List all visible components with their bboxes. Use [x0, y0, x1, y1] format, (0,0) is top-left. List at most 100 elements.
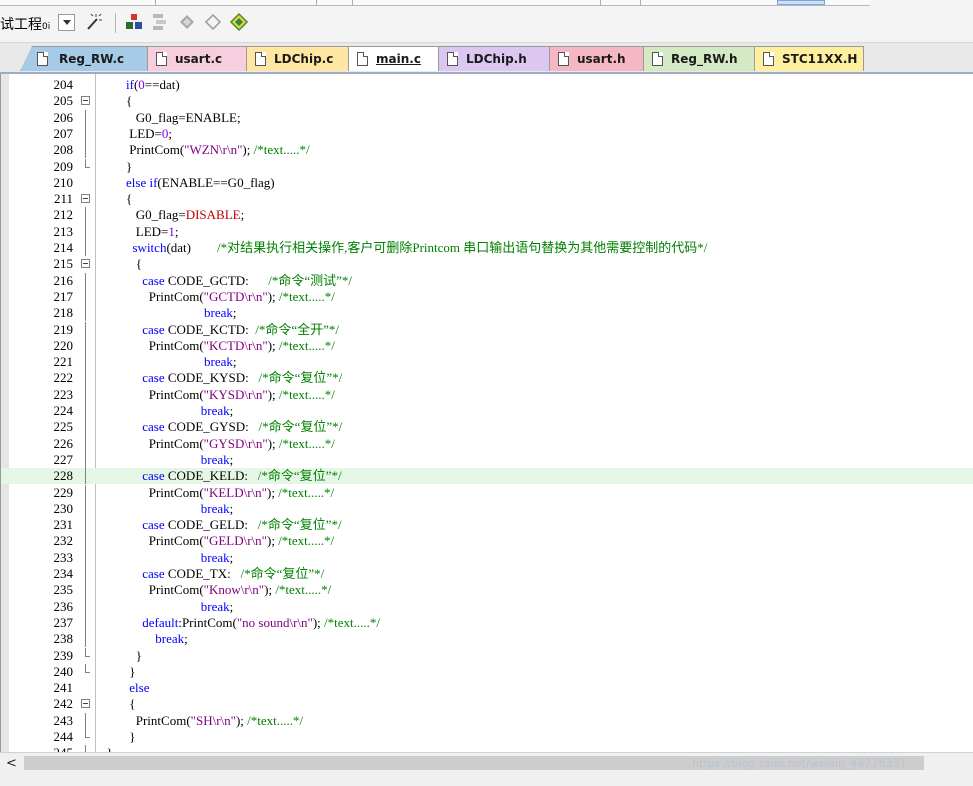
line-number: 235: [53, 582, 74, 598]
tab-ldchip-h[interactable]: LDChip.h: [438, 46, 550, 71]
code-line[interactable]: 204 if(0==dat): [1, 77, 973, 93]
line-number: 221: [53, 354, 74, 370]
line-number: 242: [53, 696, 74, 712]
code-line[interactable]: 234 case CODE_TX: /*命令“复位”*/: [1, 566, 973, 583]
line-number: 243: [53, 712, 74, 728]
code-line[interactable]: 214 switch(dat) /*对结果执行相关操作,客户可删除Printco…: [1, 240, 973, 257]
code-line[interactable]: 244 }: [1, 729, 973, 745]
line-number: 222: [53, 370, 74, 386]
code-line[interactable]: 228 case CODE_KELD: /*命令“复位”*/: [1, 468, 973, 485]
line-number: 206: [53, 109, 74, 125]
code-line[interactable]: 218 break;: [1, 305, 973, 322]
project-target-dropdown[interactable]: [58, 14, 75, 31]
code-line[interactable]: 217 PrintCom("GCTD\r\n"); /*text.....*/: [1, 288, 973, 306]
fold-guide: [85, 647, 86, 656]
file-icon: [652, 52, 663, 66]
code-line[interactable]: 215 {: [1, 256, 973, 272]
code-text: PrintCom("WZN\r\n"); /*text.....*/: [100, 142, 310, 158]
fold-guide: [85, 663, 86, 672]
code-editor[interactable]: 204 if(0==dat) 205 {206 G0_flag=ENABLE; 20…: [0, 74, 973, 752]
fold-collapse-icon[interactable]: [81, 96, 90, 106]
code-line[interactable]: 230 break;: [1, 500, 973, 518]
tab-reg-rw-h[interactable]: Reg_RW.h: [643, 46, 755, 71]
fold-collapse-icon[interactable]: [81, 259, 90, 269]
code-text: break;: [200, 549, 234, 565]
code-line[interactable]: 206 G0_flag=ENABLE;: [1, 109, 973, 126]
code-line[interactable]: 210 else if(ENABLE==G0_flag): [1, 175, 973, 191]
code-line[interactable]: 236 break;: [1, 598, 973, 615]
code-text: case CODE_TX: /*命令“复位”*/: [142, 566, 325, 581]
code-text: {: [100, 93, 133, 109]
tab-label: main.c: [376, 52, 421, 66]
translate-icon[interactable]: [124, 12, 144, 32]
line-number: 223: [53, 386, 74, 402]
code-line[interactable]: 221 break;: [1, 354, 973, 371]
code-line[interactable]: 220 PrintCom("KCTD\r\n"); /*text.....*/: [1, 337, 973, 355]
line-number: 208: [53, 142, 74, 158]
code-line[interactable]: 240 }: [1, 663, 973, 680]
code-line[interactable]: 225 case CODE_GYSD: /*命令“复位”*/: [1, 419, 973, 436]
fold-guide: [85, 500, 86, 518]
file-icon: [156, 52, 167, 66]
code-line[interactable]: 208 PrintCom("WZN\r\n"); /*text.....*/: [1, 142, 973, 159]
code-line[interactable]: 238 break;: [1, 631, 973, 648]
code-text: break;: [200, 403, 234, 418]
tab-usart-c[interactable]: usart.c: [147, 46, 247, 71]
tab-ldchip-c[interactable]: LDChip.c: [246, 46, 349, 71]
code-line[interactable]: 223 PrintCom("KYSD\r\n"); /*text.....*/: [1, 386, 973, 403]
code-text: default:PrintCom("no sound\r\n"); /*text…: [142, 614, 381, 630]
tab-stc11xx-h[interactable]: STC11XX.H: [754, 46, 864, 71]
fold-guide: [85, 321, 86, 338]
code-line[interactable]: 205 {: [1, 93, 973, 109]
line-number: 245: [11, 745, 74, 752]
code-line[interactable]: 239 }: [1, 647, 973, 664]
code-text: }: [100, 729, 136, 744]
manage-icon[interactable]: [229, 12, 249, 32]
code-line[interactable]: 213 LED=1;: [1, 223, 973, 240]
code-line[interactable]: 207 LED=0;: [1, 125, 973, 143]
fold-collapse-icon[interactable]: [81, 699, 90, 709]
code-text: switch(dat) /*对结果执行相关操作,客户可删除Printcom 串口…: [132, 240, 708, 255]
code-line[interactable]: 232 PrintCom("GELD\r\n"); /*text.....*/: [1, 533, 973, 550]
code-line[interactable]: 224 break;: [1, 403, 973, 420]
code-line[interactable]: 242 {: [1, 696, 973, 712]
fold-guide: [85, 712, 86, 729]
file-icon: [558, 52, 569, 66]
code-line[interactable]: 222 case CODE_KYSD: /*命令“复位”*/: [1, 370, 973, 387]
line-number: 227: [53, 451, 74, 467]
code-line[interactable]: 212 G0_flag=DISABLE;: [1, 207, 973, 224]
line-number: 214: [53, 240, 74, 255]
code-line[interactable]: 245 }: [1, 745, 973, 752]
code-line[interactable]: 237 default:PrintCom("no sound\r\n"); /*…: [1, 614, 973, 632]
code-line[interactable]: 219 case CODE_KCTD: /*命令“全开”*/: [1, 321, 973, 338]
fold-guide: [85, 370, 86, 387]
tab-usart-h[interactable]: usart.h: [549, 46, 644, 71]
code-line[interactable]: 243 PrintCom("SH\r\n"); /*text.....*/: [1, 712, 973, 729]
code-line[interactable]: 235 PrintCom("Know\r\n"); /*text.....*/: [1, 582, 973, 599]
diamond-outline-icon[interactable]: [203, 12, 223, 32]
code-text: break;: [204, 305, 237, 321]
code-line[interactable]: 209 }: [1, 158, 973, 175]
line-number: 225: [53, 419, 74, 435]
diamond-icon[interactable]: [177, 12, 197, 32]
code-line[interactable]: 241 else: [1, 680, 973, 696]
line-number: 224: [53, 403, 74, 418]
code-text: case CODE_GELD: /*命令“复位”*/: [142, 517, 342, 533]
code-line[interactable]: 211 {: [1, 191, 973, 207]
fold-collapse-icon[interactable]: [81, 194, 90, 204]
code-line[interactable]: 231 case CODE_GELD: /*命令“复位”*/: [1, 517, 973, 534]
wand-icon[interactable]: [84, 12, 104, 32]
code-line[interactable]: 227 break;: [1, 451, 973, 469]
code-text: break;: [204, 354, 237, 370]
tab-main-c[interactable]: main.c: [348, 46, 439, 71]
line-number: 213: [53, 223, 74, 239]
tab-reg-rw-c[interactable]: Reg_RW.c: [20, 46, 148, 71]
code-line[interactable]: 226 PrintCom("GYSD\r\n"); /*text.....*/: [1, 435, 973, 452]
scroll-left-arrow-icon[interactable]: <: [6, 756, 17, 771]
code-line[interactable]: 229 PrintCom("KELD\r\n"); /*text.....*/: [1, 484, 973, 501]
code-line[interactable]: 233 break;: [1, 549, 973, 566]
batch-build-icon[interactable]: [150, 12, 170, 32]
code-text: }: [100, 745, 113, 752]
code-text: case CODE_GYSD: /*命令“复位”*/: [142, 419, 343, 435]
code-line[interactable]: 216 case CODE_GCTD: /*命令“测试”*/: [1, 272, 973, 289]
